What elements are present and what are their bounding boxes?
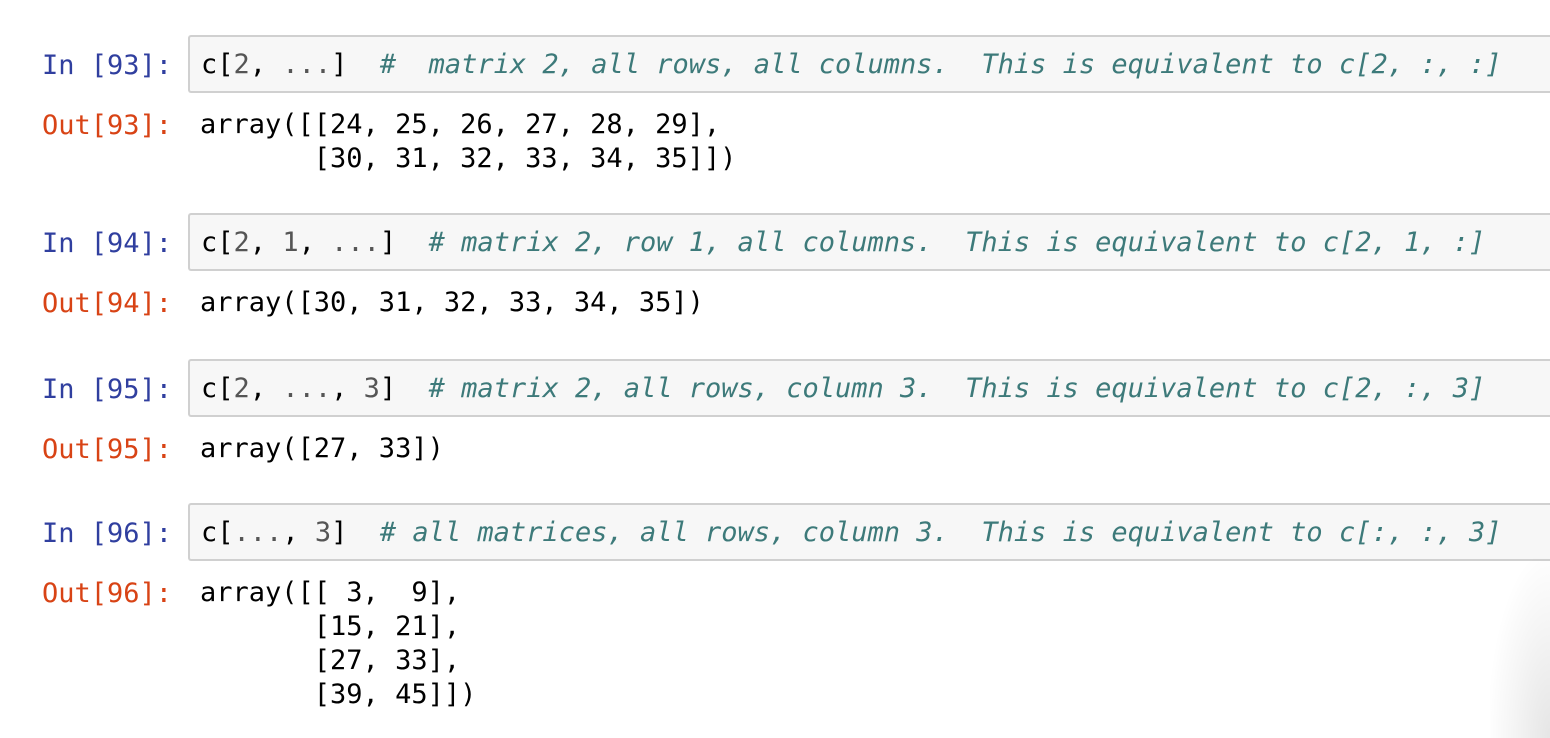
in-prompt: In [96]: <box>42 518 173 549</box>
code-token: ... <box>233 517 283 548</box>
in-prompt: In [95]: <box>42 374 173 405</box>
code-comment: # matrix 2, all rows, column 3. This is … <box>428 373 1486 404</box>
code-gap <box>347 517 380 548</box>
code-token: ] <box>379 373 397 404</box>
code-token: c <box>201 373 218 404</box>
out-prompt: Out[94]: <box>42 288 173 319</box>
code-comment: # matrix 2, row 1, all columns. This is … <box>428 227 1486 258</box>
code-token: c <box>201 49 218 80</box>
code-line: c[2, 1, ...] # matrix 2, row 1, all colu… <box>201 228 1485 258</box>
code-input-cell[interactable]: c[2, ..., 3] # matrix 2, all rows, colum… <box>188 359 1550 417</box>
code-token: , <box>282 517 315 548</box>
code-token: [ <box>217 373 234 404</box>
cell-output: array([[24, 25, 26, 27, 28, 29], [30, 31… <box>200 109 737 174</box>
code-input-cell[interactable]: c[2, 1, ...] # matrix 2, row 1, all colu… <box>188 213 1550 271</box>
cell-output: array([27, 33]) <box>200 433 444 464</box>
code-gap <box>396 227 429 258</box>
code-token: 3 <box>363 373 380 404</box>
code-token: , <box>331 373 364 404</box>
in-prompt: In [93]: <box>42 50 173 81</box>
out-prompt: Out[93]: <box>42 110 173 141</box>
out-prompt: Out[95]: <box>42 434 173 465</box>
code-token: ] <box>331 49 348 80</box>
code-token: 2 <box>233 227 250 258</box>
code-token: ... <box>282 49 332 80</box>
code-token: ... <box>282 373 332 404</box>
code-gap <box>396 373 429 404</box>
code-token: [ <box>217 517 234 548</box>
cell-output: array([[ 3, 9], [15, 21], [27, 33], [39,… <box>200 577 477 710</box>
code-line: c[2, ..., 3] # matrix 2, all rows, colum… <box>201 374 1485 404</box>
code-token: c <box>201 227 218 258</box>
code-token: c <box>201 517 218 548</box>
code-token: 1 <box>282 227 299 258</box>
code-token: , <box>249 373 283 404</box>
code-comment: # all matrices, all rows, column 3. This… <box>379 517 1502 548</box>
code-token: [ <box>217 49 234 80</box>
out-prompt: Out[96]: <box>42 578 173 609</box>
code-token: , <box>249 49 283 80</box>
code-token: 2 <box>233 373 250 404</box>
code-comment: # matrix 2, all rows, all columns. This … <box>379 49 1502 80</box>
code-gap <box>347 49 380 80</box>
code-token: ] <box>331 517 348 548</box>
window-shadow <box>1490 558 1550 738</box>
cell-output: array([30, 31, 32, 33, 34, 35]) <box>200 287 704 318</box>
in-prompt: In [94]: <box>42 228 173 259</box>
code-token: [ <box>217 227 234 258</box>
code-token: 3 <box>314 517 332 548</box>
code-token: , <box>249 227 283 258</box>
code-token: 2 <box>233 49 250 80</box>
code-line: c[..., 3] # all matrices, all rows, colu… <box>201 518 1502 548</box>
code-token: ... <box>331 227 380 258</box>
code-input-cell[interactable]: c[2, ...] # matrix 2, all rows, all colu… <box>188 35 1550 93</box>
code-token: , <box>298 227 332 258</box>
code-input-cell[interactable]: c[..., 3] # all matrices, all rows, colu… <box>188 503 1550 561</box>
code-token: ] <box>379 227 397 258</box>
code-line: c[2, ...] # matrix 2, all rows, all colu… <box>201 50 1502 80</box>
